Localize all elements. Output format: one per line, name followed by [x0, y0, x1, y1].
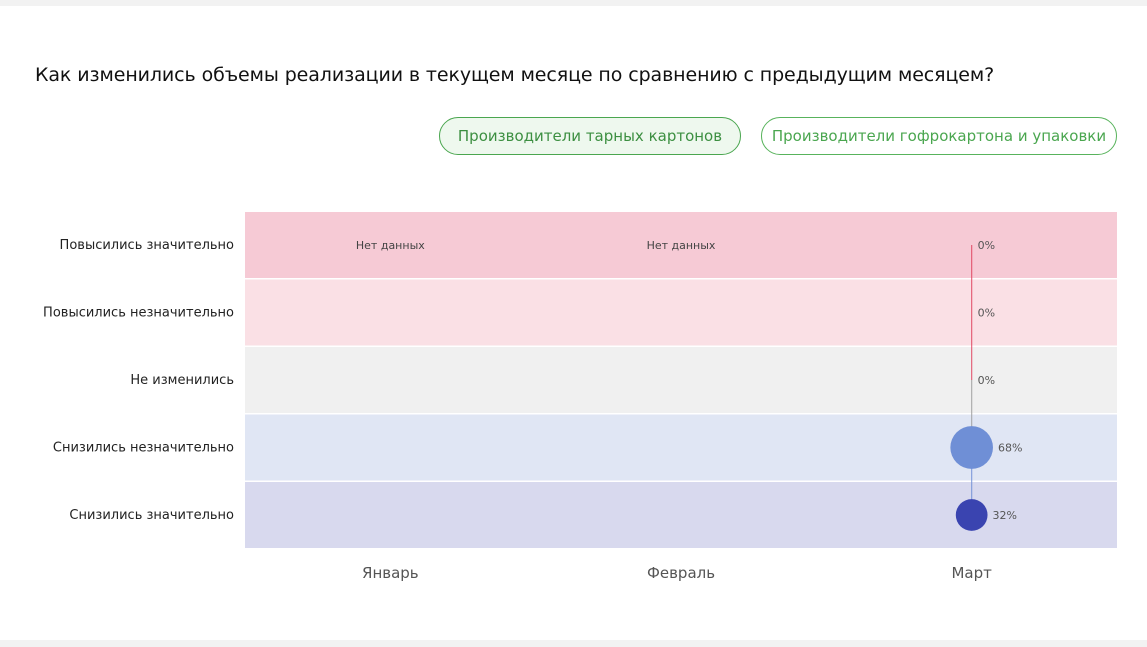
- bubble-chart: Повысились значительно Повысились незначи…: [43, 212, 1117, 582]
- data-label: 0%: [978, 374, 995, 387]
- x-tick-label: Январь: [362, 564, 419, 582]
- row-label: Повысились значительно: [60, 238, 234, 253]
- data-label: 0%: [978, 307, 995, 320]
- x-tick-label: Февраль: [647, 564, 715, 582]
- x-tick-label: Март: [951, 564, 992, 582]
- data-point: [950, 426, 993, 469]
- row-label: Снизились значительно: [69, 508, 234, 523]
- data-label: 68%: [998, 442, 1022, 455]
- data-label: 0%: [978, 239, 995, 252]
- no-data-label: Нет данных: [356, 239, 425, 252]
- no-data-label: Нет данных: [647, 239, 716, 252]
- row-label: Не изменились: [130, 373, 234, 388]
- row-label: Повысились незначительно: [43, 306, 234, 321]
- row-label: Снизились незначительно: [53, 441, 234, 456]
- data-label: 32%: [993, 509, 1017, 522]
- data-point: [955, 499, 988, 531]
